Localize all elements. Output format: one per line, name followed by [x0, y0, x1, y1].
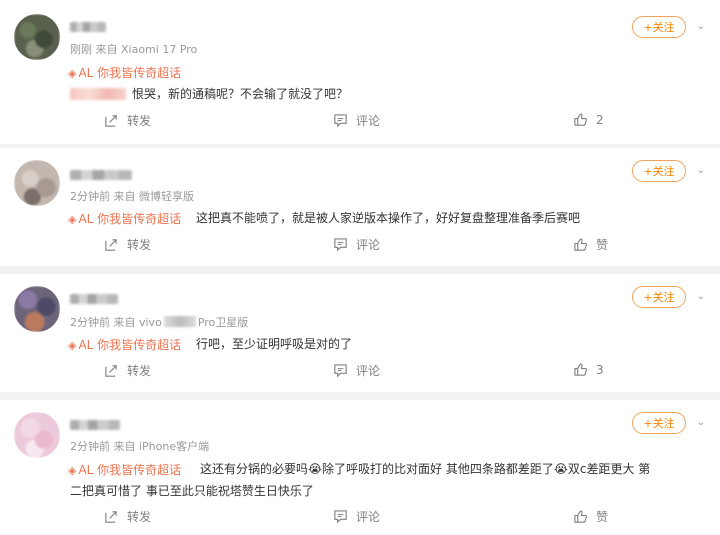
- diamond-icon: ◈: [68, 213, 77, 226]
- comment-text: 行吧，至少证明呼吸是对的了: [196, 337, 353, 351]
- like-button[interactable]: 3: [573, 362, 604, 377]
- comment-button[interactable]: 评论: [333, 362, 380, 379]
- comment-icon: [334, 238, 347, 252]
- comment-icon: [334, 114, 347, 128]
- action-bar: 转发 评论 3: [0, 362, 720, 382]
- follow-button[interactable]: +关注: [632, 160, 686, 182]
- username-redacted[interactable]: [70, 420, 120, 430]
- device-redacted: [163, 316, 196, 327]
- diamond-icon: ◈: [68, 67, 77, 80]
- comment-button[interactable]: 评论: [333, 236, 380, 253]
- follow-button[interactable]: +关注: [632, 412, 686, 434]
- thumbs-up-icon: [574, 113, 588, 126]
- comment-text: 这把真不能喷了，就是被人家逆版本操作了，好好复盘整理准备季后赛吧: [196, 211, 581, 225]
- follow-button[interactable]: +关注: [632, 286, 686, 308]
- comment-meta: 2分钟前 来自 iPhone客户端: [70, 440, 210, 453]
- comment-icon: [334, 510, 347, 524]
- topic-link[interactable]: ◈ AL 你我皆传奇超话: [68, 210, 181, 227]
- share-icon: [105, 511, 117, 523]
- comment-meta: 2分钟前 来自 微博轻享版: [70, 190, 194, 203]
- like-button[interactable]: 2: [573, 112, 604, 127]
- comment-meta: 2分钟前 来自 vivo Pro卫星版: [70, 316, 249, 329]
- topic-link[interactable]: ◈ AL 你我皆传奇超话: [68, 461, 181, 478]
- topic-link[interactable]: ◈ AL 你我皆传奇超话: [68, 336, 181, 353]
- chevron-down-icon[interactable]: ⌄: [696, 418, 706, 428]
- comment-text: 这还有分锅的必要吗😭除了呼吸打的比对面好 其他四条路都差距了😭双c差距更大 第: [200, 462, 651, 476]
- username-redacted[interactable]: [70, 294, 118, 304]
- mention-redacted: [70, 88, 126, 100]
- comment-icon: [334, 364, 347, 378]
- share-icon: [105, 239, 117, 251]
- action-bar: 转发 评论 赞: [0, 508, 720, 528]
- forward-button[interactable]: 转发: [104, 508, 151, 525]
- comment-feed: 刚刚 来自 Xiaomi 17 Pro ◈ AL 你我皆传奇超话 恨哭，新的通稿呢…: [0, 0, 720, 535]
- chevron-down-icon[interactable]: ⌄: [696, 292, 706, 302]
- action-bar: 转发 评论 赞: [0, 236, 720, 256]
- thumbs-up-icon: [574, 510, 588, 523]
- avatar[interactable]: [14, 160, 60, 206]
- diamond-icon: ◈: [68, 464, 77, 477]
- comment-button[interactable]: 评论: [333, 112, 380, 129]
- share-icon: [105, 115, 117, 127]
- comment-card: 2分钟前 来自 iPhone客户端 ◈ AL 你我皆传奇超话 这还有分锅的必要吗😭…: [0, 400, 720, 535]
- username-redacted[interactable]: [70, 170, 132, 180]
- share-icon: [105, 365, 117, 377]
- comment-card: 2分钟前 来自 vivo Pro卫星版 ◈ AL 你我皆传奇超话 行吧，至少证明呼吸…: [0, 274, 720, 392]
- like-button[interactable]: 赞: [573, 236, 608, 253]
- comment-card: 刚刚 来自 Xiaomi 17 Pro ◈ AL 你我皆传奇超话 恨哭，新的通稿呢…: [0, 0, 720, 144]
- thumbs-up-icon: [574, 363, 588, 376]
- avatar[interactable]: [14, 14, 60, 60]
- comment-text-line2: 二把真可惜了 事已至此只能祝塔赞生日快乐了: [70, 484, 314, 498]
- forward-button[interactable]: 转发: [104, 112, 151, 129]
- avatar[interactable]: [14, 412, 60, 458]
- comment-card: 2分钟前 来自 微博轻享版 ◈ AL 你我皆传奇超话 这把真不能喷了，就是被人家逆…: [0, 148, 720, 266]
- like-button[interactable]: 赞: [573, 508, 608, 525]
- comment-text: 恨哭，新的通稿呢？不会输了就没了吧？: [70, 84, 348, 104]
- chevron-down-icon[interactable]: ⌄: [696, 22, 706, 32]
- comment-button[interactable]: 评论: [333, 508, 380, 525]
- forward-button[interactable]: 转发: [104, 236, 151, 253]
- follow-button[interactable]: +关注: [632, 16, 686, 38]
- avatar[interactable]: [14, 286, 60, 332]
- topic-link[interactable]: ◈ AL 你我皆传奇超话: [68, 64, 181, 81]
- diamond-icon: ◈: [68, 339, 77, 352]
- comment-meta: 刚刚 来自 Xiaomi 17 Pro: [70, 43, 198, 56]
- chevron-down-icon[interactable]: ⌄: [696, 166, 706, 176]
- thumbs-up-icon: [574, 238, 588, 251]
- username-redacted[interactable]: [70, 22, 106, 32]
- action-bar: 转发 评论 2: [0, 112, 720, 132]
- forward-button[interactable]: 转发: [104, 362, 151, 379]
